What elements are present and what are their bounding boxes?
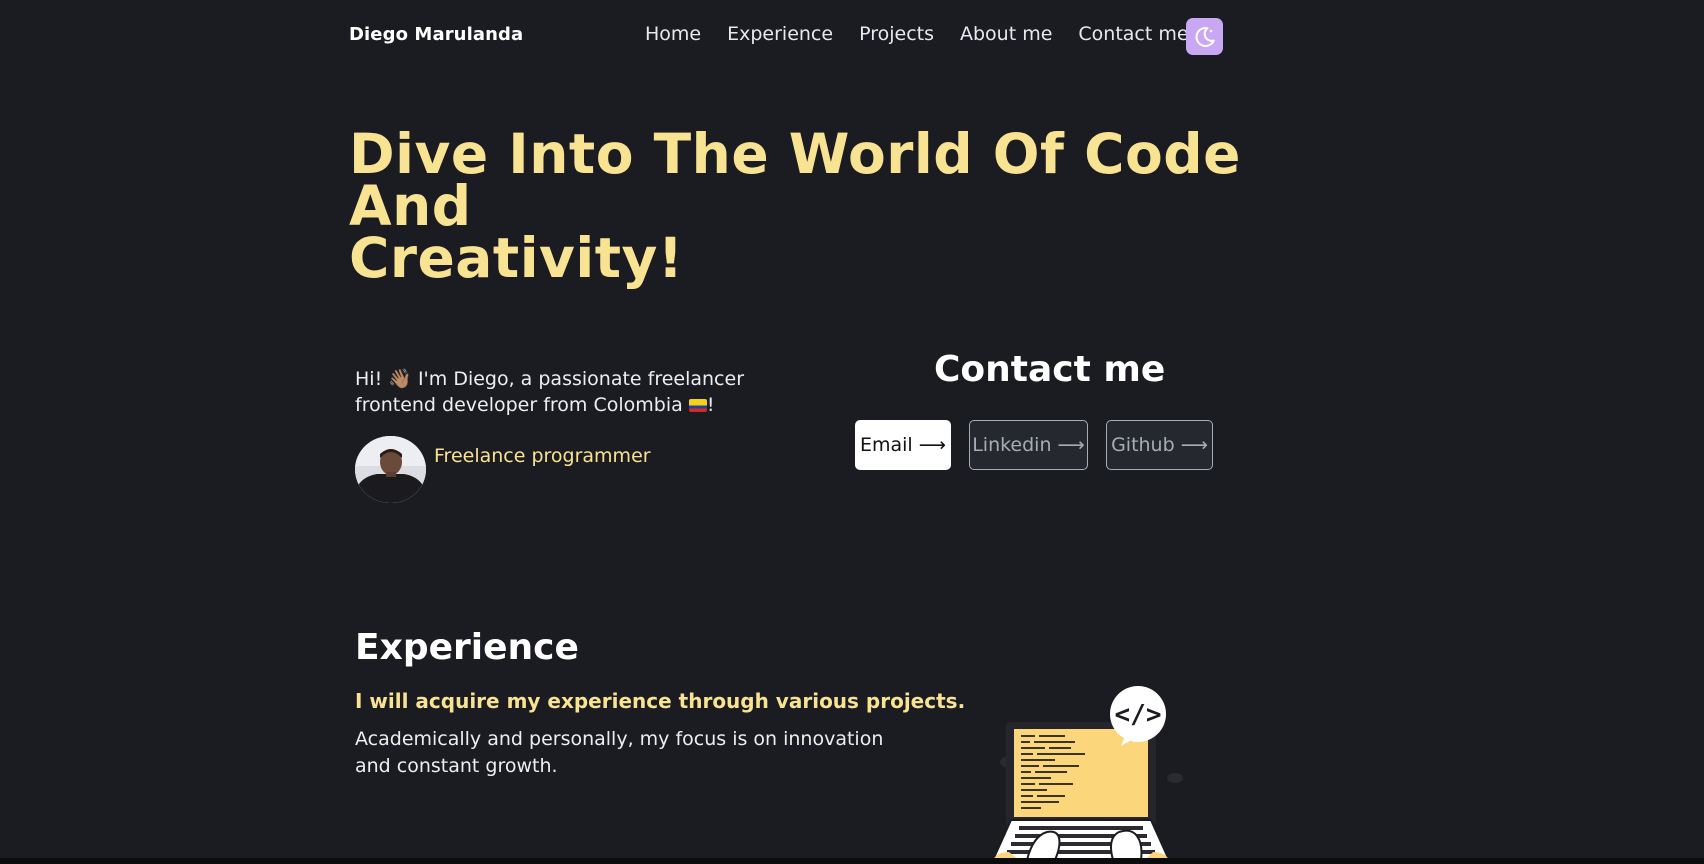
experience-description: Academically and personally, my focus is… bbox=[355, 728, 884, 777]
svg-text:</>: </> bbox=[1115, 700, 1162, 730]
theme-toggle-button[interactable] bbox=[1186, 18, 1223, 55]
contact-title: Contact me bbox=[934, 349, 1166, 390]
nav-link-contact[interactable]: Contact me bbox=[1078, 23, 1188, 45]
nav-link-experience[interactable]: Experience bbox=[727, 23, 833, 45]
nav-link-about[interactable]: About me bbox=[960, 23, 1052, 45]
page-bottom-edge bbox=[0, 858, 1704, 864]
moon-icon bbox=[1195, 26, 1215, 47]
hero-title: Dive Into The World Of Code And Creativi… bbox=[349, 127, 1249, 286]
nav-link-projects[interactable]: Projects bbox=[859, 23, 934, 45]
experience-title: Experience bbox=[355, 627, 579, 668]
page: Diego Marulanda Home Experience Projects… bbox=[0, 0, 1704, 864]
intro-greeting: Hi! bbox=[355, 368, 389, 390]
nav-link-home[interactable]: Home bbox=[645, 23, 701, 45]
laptop-coding-illustration: </> bbox=[975, 686, 1185, 861]
waving-hand-icon: 👋🏽 bbox=[388, 368, 412, 390]
role-label: Freelance programmer bbox=[434, 445, 651, 467]
brand-name[interactable]: Diego Marulanda bbox=[349, 24, 523, 45]
intro-end: ! bbox=[706, 394, 715, 416]
linkedin-button[interactable]: Linkedin ⟶ bbox=[969, 420, 1088, 470]
hero-title-line2: Creativity! bbox=[349, 226, 684, 290]
github-button[interactable]: Github ⟶ bbox=[1106, 420, 1213, 470]
navbar: Diego Marulanda Home Experience Projects… bbox=[349, 18, 1224, 55]
nav-links: Home Experience Projects About me Contac… bbox=[645, 23, 1189, 45]
intro-body: I'm Diego, a passionate freelancer front… bbox=[355, 368, 745, 416]
experience-subtitle: I will acquire my experience through var… bbox=[355, 689, 966, 713]
colombia-flag-icon bbox=[688, 399, 707, 412]
hero-title-line1: Dive Into The World Of Code And bbox=[349, 122, 1241, 238]
intro-text: Hi! 👋🏽 I'm Diego, a passionate freelance… bbox=[355, 366, 825, 418]
email-button[interactable]: Email ⟶ bbox=[855, 420, 951, 470]
avatar bbox=[355, 436, 426, 503]
